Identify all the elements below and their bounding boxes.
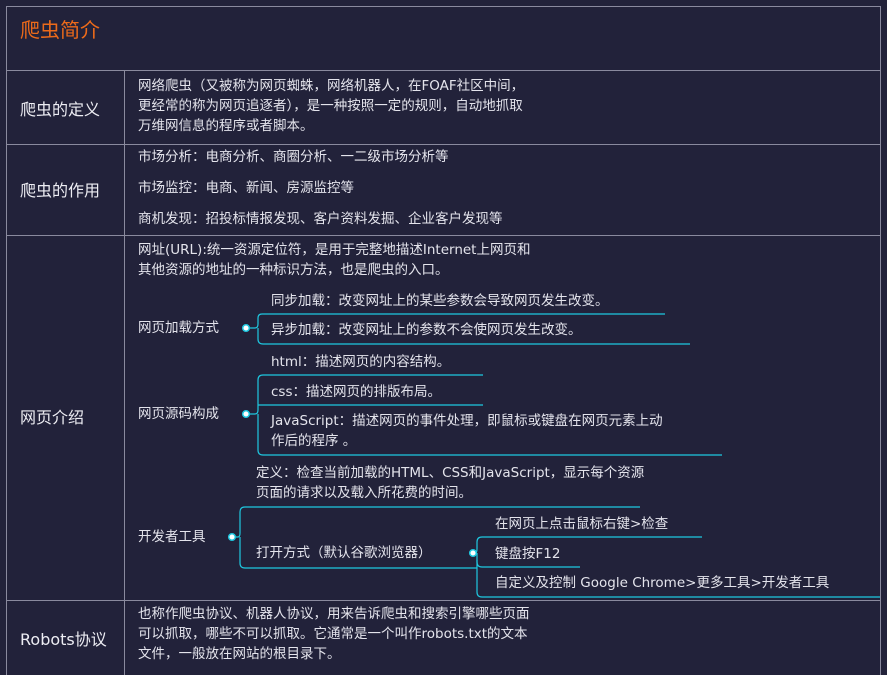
usage-item-3: 商机发现：招投标情报发现、客户资料发掘、企业客户发现等 — [138, 211, 503, 227]
connector-node-source — [241, 409, 251, 419]
url-line-1: 网址(URL):统一资源定位符，是用于完整地描述Internet上网页和 — [138, 242, 531, 258]
row-label-robots: Robots协议 — [20, 630, 107, 649]
definition-line-2: 更经常的称为网页追逐者），是一种按照一定的规则，自动地抓取 — [138, 98, 523, 114]
grid-column-divider — [124, 70, 125, 675]
grid-border-right — [880, 6, 881, 675]
grid-border-left — [6, 6, 7, 675]
devtools-open-f12: 键盘按F12 — [495, 546, 561, 562]
source-css: css：描述网页的排版布局。 — [271, 384, 441, 400]
usage-item-1: 市场分析：电商分析、商圈分析、一二级市场分析等 — [138, 149, 449, 165]
connector-node-open — [468, 548, 478, 558]
source-js-line-1: JavaScript：描述网页的事件处理，即鼠标或键盘在网页元素上动 — [271, 413, 663, 429]
grid-row-divider-4 — [6, 600, 881, 601]
source-label: 网页源码构成 — [138, 406, 219, 422]
row-label-webpage: 网页介绍 — [20, 408, 85, 427]
connector-node-devtools — [227, 532, 237, 542]
grid-border-top — [6, 6, 881, 7]
usage-item-2: 市场监控：电商、新闻、房源监控等 — [138, 180, 354, 196]
devtools-open-right-click: 在网页上点击鼠标右键>检查 — [495, 516, 669, 532]
page-title: 爬虫简介 — [20, 18, 100, 42]
devtools-definition-line-2: 页面的请求以及载入所花费的时间。 — [256, 485, 472, 501]
loading-sync: 同步加载：改变网址上的某些参数会导致网页发生改变。 — [271, 293, 609, 309]
grid-row-divider-3 — [6, 235, 881, 236]
url-line-2: 其他资源的地址的一种标识方法，也是爬虫的入口。 — [138, 262, 449, 278]
devtools-label: 开发者工具 — [138, 529, 206, 545]
definition-line-1: 网络爬虫（又被称为网页蜘蛛，网络机器人，在FOAF社区中间， — [138, 78, 525, 94]
source-js-line-2: 作后的程序 。 — [271, 433, 357, 449]
devtools-open-menu: 自定义及控制 Google Chrome>更多工具>开发者工具 — [495, 575, 830, 591]
devtools-open-label: 打开方式（默认谷歌浏览器） — [256, 545, 432, 561]
robots-line-2: 可以抓取，哪些不可以抓取。它通常是一个叫作robots.txt的文本 — [138, 626, 528, 642]
row-label-usage: 爬虫的作用 — [20, 181, 101, 200]
source-html: html：描述网页的内容结构。 — [271, 354, 451, 370]
loading-label: 网页加载方式 — [138, 320, 219, 336]
grid-row-divider-1 — [6, 70, 881, 71]
devtools-definition-line-1: 定义：检查当前加载的HTML、CSS和JavaScript，显示每个资源 — [256, 465, 645, 481]
row-label-definition: 爬虫的定义 — [20, 100, 101, 119]
definition-line-3: 万维网信息的程序或者脚本。 — [138, 118, 314, 134]
connector-node-loading — [241, 323, 251, 333]
grid-row-divider-2 — [6, 144, 881, 145]
robots-line-3: 文件，一般放在网站的根目录下。 — [138, 646, 341, 662]
mindmap-table: 爬虫简介 爬虫的定义 网络爬虫（又被称为网页蜘蛛，网络机器人，在FOAF社区中间… — [0, 0, 887, 675]
loading-async: 异步加载：改变网址上的参数不会使网页发生改变。 — [271, 322, 582, 338]
robots-line-1: 也称作爬虫协议、机器人协议，用来告诉爬虫和搜索引擎哪些页面 — [138, 606, 530, 622]
